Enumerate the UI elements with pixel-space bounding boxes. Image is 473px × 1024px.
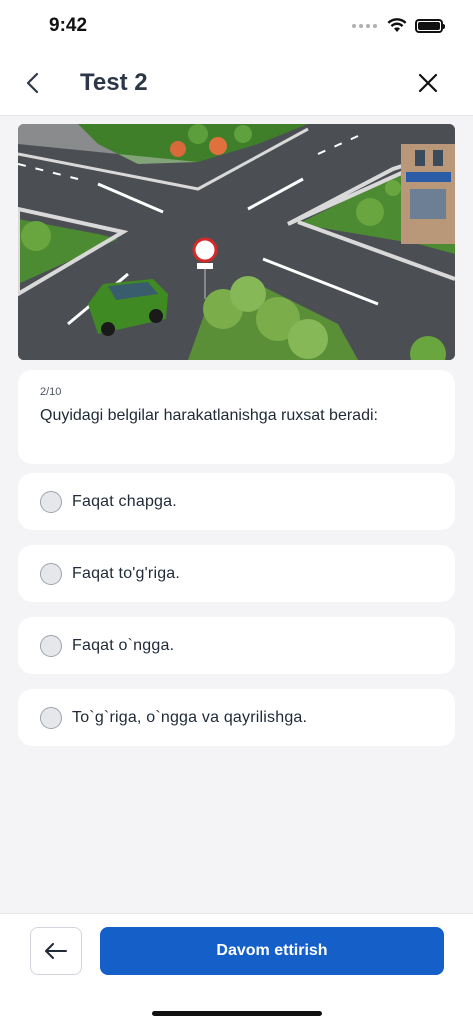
status-time: 9:42 bbox=[49, 15, 88, 36]
home-indicator bbox=[152, 1011, 322, 1016]
close-icon bbox=[418, 73, 438, 93]
signal-dots-icon bbox=[352, 23, 377, 28]
answer-option[interactable]: To`g`riga, o`ngga va qayrilishga. bbox=[18, 689, 455, 746]
answer-option-label: To`g`riga, o`ngga va qayrilishga. bbox=[72, 708, 308, 726]
question-card: 2/10 Quyidagi belgilar harakatlanishga r… bbox=[18, 370, 455, 464]
continue-button[interactable]: Davom ettirish bbox=[100, 927, 444, 975]
radio-icon[interactable] bbox=[40, 562, 62, 585]
back-button[interactable] bbox=[18, 68, 48, 98]
radio-icon[interactable] bbox=[40, 706, 62, 729]
intersection-illustration bbox=[18, 124, 455, 360]
content: 2/10 Quyidagi belgilar harakatlanishga r… bbox=[0, 116, 473, 913]
radio-icon[interactable] bbox=[40, 634, 62, 657]
header: Test 2 bbox=[0, 54, 473, 116]
question-text: Quyidagi belgilar harakatlanishga ruxsat… bbox=[40, 407, 378, 424]
close-button[interactable] bbox=[413, 68, 443, 98]
wifi-icon bbox=[387, 18, 407, 32]
footer: Davom ettirish bbox=[0, 913, 473, 1024]
radio-icon[interactable] bbox=[40, 490, 62, 513]
answer-option-label: Faqat to'g'riga. bbox=[72, 564, 181, 582]
answer-option-label: Faqat o`ngga. bbox=[72, 636, 175, 654]
battery-icon bbox=[415, 18, 445, 33]
answer-option[interactable]: Faqat chapga. bbox=[18, 473, 455, 530]
status-icons bbox=[352, 18, 445, 33]
arrow-left-icon bbox=[45, 943, 67, 959]
status-bar: 9:42 bbox=[0, 0, 473, 54]
answer-option[interactable]: Faqat to'g'riga. bbox=[18, 545, 455, 602]
previous-button[interactable] bbox=[30, 927, 82, 975]
answer-option-label: Faqat chapga. bbox=[72, 492, 177, 510]
answer-option[interactable]: Faqat o`ngga. bbox=[18, 617, 455, 674]
chevron-left-icon bbox=[26, 72, 39, 94]
question-counter: 2/10 bbox=[40, 386, 62, 398]
page-title: Test 2 bbox=[80, 69, 148, 96]
question-image bbox=[18, 124, 455, 360]
